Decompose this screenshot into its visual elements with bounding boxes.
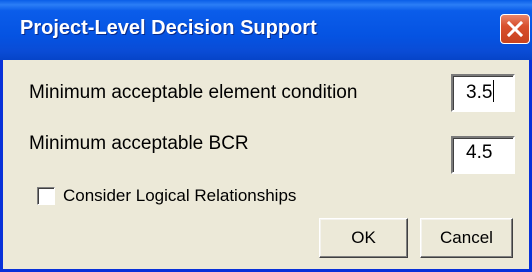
- bcr-label: Minimum acceptable BCR: [29, 133, 249, 154]
- cancel-button[interactable]: Cancel: [420, 218, 513, 258]
- condition-label: Minimum acceptable element condition: [29, 82, 358, 103]
- condition-value: 3.5: [466, 82, 493, 103]
- bcr-value: 4.5: [466, 142, 493, 163]
- dialog-title: Project-Level Decision Support: [20, 17, 317, 39]
- close-button[interactable]: [500, 14, 530, 44]
- ok-button[interactable]: OK: [319, 218, 408, 258]
- close-icon: [507, 21, 523, 37]
- logical-relationships-label[interactable]: Consider Logical Relationships: [63, 186, 296, 206]
- text-caret: [493, 80, 495, 102]
- condition-input[interactable]: 3.5: [451, 74, 515, 112]
- title-bar[interactable]: Project-Level Decision Support: [0, 0, 532, 60]
- bcr-input[interactable]: 4.5: [451, 136, 515, 174]
- logical-relationships-checkbox[interactable]: [37, 187, 55, 205]
- dialog-window: Project-Level Decision Support Minimum a…: [0, 0, 532, 272]
